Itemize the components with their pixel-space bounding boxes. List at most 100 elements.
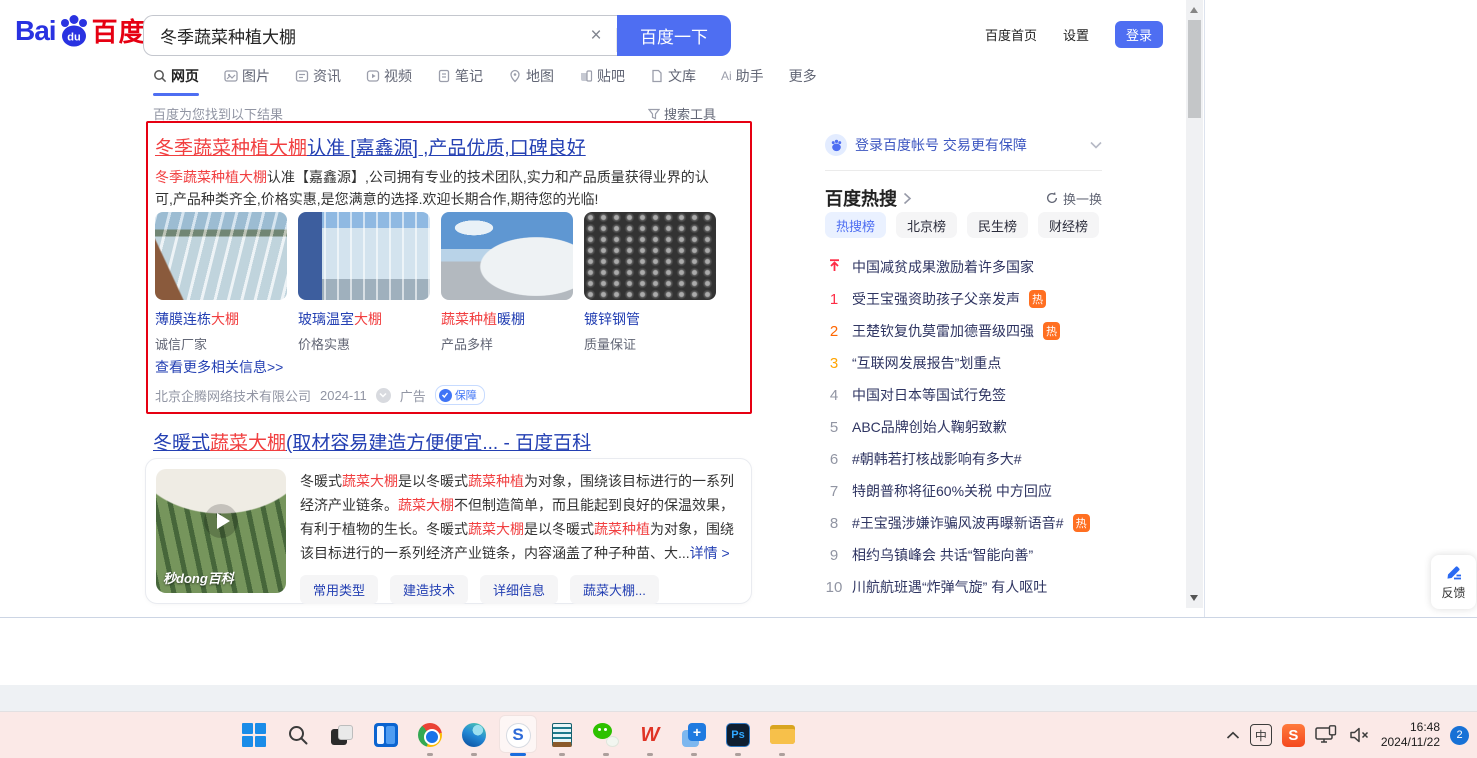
tab-news[interactable]: 资讯 bbox=[295, 66, 341, 96]
hot-search-item[interactable]: 3 “互联网发展报告”划重点 bbox=[825, 347, 1115, 379]
ad-feedback-chevron-icon[interactable] bbox=[376, 388, 391, 403]
network-icon[interactable] bbox=[1315, 725, 1339, 745]
page-scrollbar[interactable] bbox=[1186, 0, 1203, 608]
widgets-icon bbox=[374, 723, 398, 747]
tab-tieba[interactable]: 贴吧 bbox=[579, 66, 625, 96]
baidu-results-page: Bai du 百度 × 百度一下 百度首页 设置 登录 bbox=[0, 0, 1477, 618]
chevron-down-icon[interactable] bbox=[1090, 141, 1102, 149]
hot-search-item[interactable]: 1 受王宝强资助孩子父亲发声 热 bbox=[825, 283, 1115, 315]
scroll-down-arrow[interactable] bbox=[1190, 595, 1198, 601]
video-icon bbox=[366, 69, 380, 83]
search-input[interactable] bbox=[144, 26, 576, 46]
baidu-logo-bai: Bai bbox=[15, 15, 56, 47]
search-input-wrap: × bbox=[143, 15, 617, 56]
baike-video-thumbnail[interactable]: 秒dong百科 bbox=[156, 469, 286, 593]
hot-refresh-button[interactable]: 换一换 bbox=[1045, 189, 1102, 208]
hot-item-text: 中国对日本等国试行免签 bbox=[852, 385, 1006, 405]
taskbar-clock[interactable]: 16:48 2024/11/22 bbox=[1381, 720, 1440, 750]
pinned-arrow-icon bbox=[825, 259, 843, 276]
ad-card-steel-pipes[interactable]: 镀锌钢管 质量保证 bbox=[584, 212, 716, 353]
baike-tag[interactable]: 建造技术 bbox=[390, 575, 468, 604]
search-tools[interactable]: 搜索工具 bbox=[648, 104, 716, 123]
tab-label: 地图 bbox=[526, 66, 554, 86]
file-explorer-app[interactable] bbox=[760, 712, 804, 758]
wps-app[interactable]: W bbox=[628, 712, 672, 758]
baike-tag[interactable]: 蔬菜大棚... bbox=[570, 575, 659, 604]
notepad-app[interactable] bbox=[540, 712, 584, 758]
ad-result-title[interactable]: 冬季蔬菜种植大棚认准 [嘉鑫源] ,产品优质,口碑良好 bbox=[155, 133, 586, 160]
settings-link[interactable]: 设置 bbox=[1063, 25, 1089, 44]
photoshop-app[interactable]: Ps bbox=[716, 712, 760, 758]
hot-badge: 热 bbox=[1043, 322, 1060, 340]
sidebar-login-banner[interactable]: 登录百度帐号 交易更有保障 bbox=[825, 134, 1102, 156]
tab-assistant[interactable]: Ai 助手 bbox=[721, 66, 764, 96]
ad-source-row: 北京企腾网络技术有限公司 2024-11 广告 保障 bbox=[155, 385, 485, 405]
tab-video[interactable]: 视频 bbox=[366, 66, 412, 96]
wechat-app[interactable] bbox=[584, 712, 628, 758]
hot-search-item[interactable]: 2 王楚钦复仇莫雷加德晋级四强 热 bbox=[825, 315, 1115, 347]
baidu-home-link[interactable]: 百度首页 bbox=[985, 25, 1037, 44]
ad-card-arch-greenhouse[interactable]: 蔬菜种植暖棚 产品多样 bbox=[441, 212, 573, 353]
scroll-up-arrow[interactable] bbox=[1190, 7, 1198, 13]
sidebar-login-text: 登录百度帐号 交易更有保障 bbox=[855, 135, 1082, 155]
task-view-button[interactable] bbox=[320, 712, 364, 758]
tab-maps[interactable]: 地图 bbox=[508, 66, 554, 96]
hot-search-item[interactable]: 8 #王宝强涉嫌诈骗风波再曝新语音# 热 bbox=[825, 507, 1115, 539]
guarantee-badge[interactable]: 保障 bbox=[435, 385, 485, 405]
baidu-logo[interactable]: Bai du 百度 bbox=[15, 12, 146, 49]
hot-search-item[interactable]: 7 特朗普称将征60%关税 中方回应 bbox=[825, 475, 1115, 507]
tab-webpage[interactable]: 网页 bbox=[153, 66, 199, 96]
sogou-input-icon[interactable]: S bbox=[1282, 724, 1305, 747]
clip-plus-app[interactable]: + bbox=[672, 712, 716, 758]
hot-tab-beijing[interactable]: 北京榜 bbox=[896, 212, 957, 238]
ad-card-film-greenhouse[interactable]: 薄膜连栋大棚 诚信厂家 bbox=[155, 212, 287, 353]
rank-number: 3 bbox=[825, 355, 843, 372]
taskbar-app-icons: S W + Ps bbox=[232, 712, 804, 758]
hot-search-item[interactable]: 9 相约乌镇峰会 共话“智能向善” bbox=[825, 539, 1115, 571]
tab-notes[interactable]: 笔记 bbox=[437, 66, 483, 96]
ime-indicator[interactable]: 中 bbox=[1250, 724, 1272, 746]
details-link[interactable]: 详情 > bbox=[690, 545, 730, 561]
tab-images[interactable]: 图片 bbox=[224, 66, 270, 96]
ad-caption-keyword: 蔬菜种植 bbox=[441, 311, 497, 327]
search-button[interactable]: 百度一下 bbox=[617, 15, 731, 56]
hot-tab-finance[interactable]: 财经榜 bbox=[1038, 212, 1099, 238]
active-browser-app[interactable]: S bbox=[496, 712, 540, 758]
clear-search-icon[interactable]: × bbox=[576, 25, 616, 47]
hot-search-item[interactable]: 5 ABC品牌创始人鞠躬致歉 bbox=[825, 411, 1115, 443]
feedback-button[interactable]: 反馈 bbox=[1431, 555, 1476, 609]
s-browser-icon: S bbox=[506, 723, 531, 748]
desc-seg: 冬暖式 bbox=[300, 473, 342, 489]
baike-result-title[interactable]: 冬暖式蔬菜大棚(取材容易建造方便便宜... - 百度百科 bbox=[153, 428, 591, 455]
hot-search-title[interactable]: 百度热搜 bbox=[825, 185, 897, 211]
tab-wenku[interactable]: 文库 bbox=[650, 66, 696, 96]
feedback-label: 反馈 bbox=[1441, 584, 1465, 601]
chrome-app[interactable] bbox=[408, 712, 452, 758]
ad-card-glass-greenhouse[interactable]: 玻璃温室大棚 价格实惠 bbox=[298, 212, 430, 353]
note-icon bbox=[437, 69, 451, 83]
desc-seg: 是以冬暖式 bbox=[398, 473, 468, 489]
scrollbar-thumb[interactable] bbox=[1188, 20, 1201, 118]
baike-tag[interactable]: 详细信息 bbox=[480, 575, 558, 604]
start-button[interactable] bbox=[232, 712, 276, 758]
tab-label: 网页 bbox=[171, 66, 199, 86]
tab-more[interactable]: 更多 bbox=[789, 66, 817, 96]
taskbar-search-button[interactable] bbox=[276, 712, 320, 758]
ad-more-link[interactable]: 查看更多相关信息>> bbox=[155, 357, 283, 377]
hot-search-item[interactable]: 6 #朝韩若打核战影响有多大# bbox=[825, 443, 1115, 475]
widgets-button[interactable] bbox=[364, 712, 408, 758]
edge-app[interactable] bbox=[452, 712, 496, 758]
volume-muted-icon[interactable] bbox=[1349, 726, 1371, 744]
login-button[interactable]: 登录 bbox=[1115, 21, 1163, 48]
hot-search-item[interactable]: 4 中国对日本等国试行免签 bbox=[825, 379, 1115, 411]
search-icon bbox=[285, 722, 311, 748]
hot-search-item[interactable]: 中国减贫成果激励着许多国家 bbox=[825, 251, 1115, 283]
baike-tag[interactable]: 常用类型 bbox=[300, 575, 378, 604]
hot-tab-livelihood[interactable]: 民生榜 bbox=[967, 212, 1028, 238]
hot-badge: 热 bbox=[1029, 290, 1046, 308]
baike-description: 冬暖式蔬菜大棚是以冬暖式蔬菜种植为对象，围绕该目标进行的一系列经济产业链条。蔬菜… bbox=[300, 469, 741, 565]
hot-tab-trending[interactable]: 热搜榜 bbox=[825, 212, 886, 238]
hot-search-item[interactable]: 10 川航航班遇“炸弹气旋” 有人呕吐 bbox=[825, 571, 1115, 603]
tray-chevron-up-icon[interactable] bbox=[1226, 731, 1240, 740]
notification-badge[interactable]: 2 bbox=[1450, 726, 1469, 745]
